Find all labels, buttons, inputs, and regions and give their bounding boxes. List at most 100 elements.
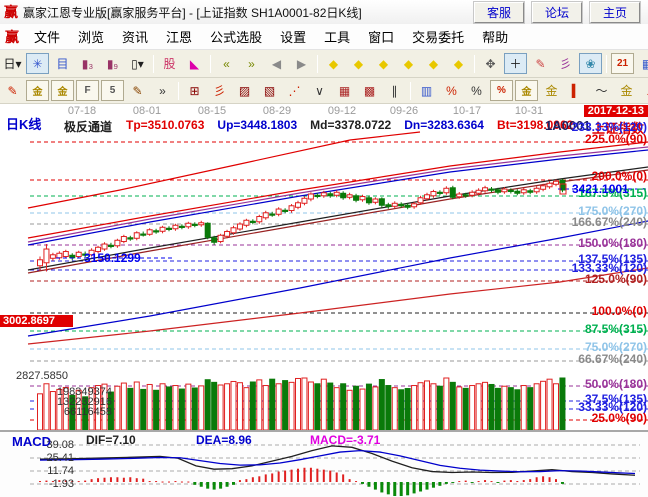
titlebar-button-2[interactable]: 主页 xyxy=(590,2,640,23)
candle-body xyxy=(554,181,559,184)
percent-icon[interactable]: % xyxy=(465,80,488,101)
toolbar-separator xyxy=(178,82,179,100)
macd-hist-bar xyxy=(291,470,293,482)
macd-hist-bar xyxy=(342,474,344,482)
diamond-tool-icon-3[interactable]: ◆ xyxy=(372,53,395,74)
fan-box-icon[interactable]: ▨ xyxy=(233,80,256,101)
gann-box-icon[interactable]: ▦ xyxy=(333,80,356,101)
wave3-icon[interactable]: ▮₃ xyxy=(76,53,99,74)
menu-item-文件[interactable]: 文件 xyxy=(25,27,69,46)
vee-lines-icon[interactable]: ∨ xyxy=(308,80,331,101)
diamond-tool-icon-6[interactable]: ◆ xyxy=(447,53,470,74)
grid-fan-icon[interactable]: ▧ xyxy=(258,80,281,101)
kline-period-icon[interactable]: 日▾ xyxy=(1,53,24,74)
parallel-lines-icon[interactable]: ∥ xyxy=(383,80,406,101)
candle-style-icon[interactable]: ▯▾ xyxy=(126,53,149,74)
menu-item-工具[interactable]: 工具 xyxy=(315,27,359,46)
more-tools-icon[interactable]: » xyxy=(151,80,174,101)
time-grid-icon[interactable]: 5 xyxy=(101,80,124,101)
menu-item-公式选股[interactable]: 公式选股 xyxy=(201,27,271,46)
menu-item-交易委托[interactable]: 交易委托 xyxy=(403,27,473,46)
volume-bar xyxy=(289,382,294,430)
color-kline-icon[interactable]: ◣ xyxy=(183,53,206,74)
last-page-icon[interactable]: » xyxy=(240,53,263,74)
smart-analysis-icon[interactable]: ❀ xyxy=(579,53,602,74)
volume-bar xyxy=(115,386,120,430)
diamond-tool-icon-4[interactable]: ◆ xyxy=(397,53,420,74)
ray-lines-icon[interactable]: ⋰ xyxy=(283,80,306,101)
gold-line-icon[interactable]: 金 xyxy=(540,80,563,101)
fibo-grid-icon[interactable]: F xyxy=(76,80,99,101)
gann-grid-gold-icon[interactable]: 金 xyxy=(26,80,49,101)
fan-lines-icon[interactable]: 彡 xyxy=(208,80,231,101)
volume-bar xyxy=(212,382,217,430)
rect-tool-icon[interactable]: ⊞ xyxy=(183,80,206,101)
macd-hist-bar xyxy=(374,482,377,490)
candle-body xyxy=(418,198,423,203)
inchart-price-label: 3150.1299 xyxy=(84,251,141,265)
menu-item-设置[interactable]: 设置 xyxy=(271,27,315,46)
brush2-icon[interactable]: ✎ xyxy=(126,80,149,101)
gann-tools-icon[interactable]: 彡 xyxy=(554,53,577,74)
gold-wave-icon[interactable]: 金 xyxy=(615,80,638,101)
hist-tool-icon[interactable]: ▥ xyxy=(415,80,438,101)
macd-hist-bar xyxy=(265,474,267,482)
candle-edit-icon[interactable]: ▍ xyxy=(565,80,588,101)
candle-body xyxy=(173,225,178,229)
menu-item-资讯[interactable]: 资讯 xyxy=(113,27,157,46)
candle-body xyxy=(147,230,152,235)
menu-item-帮助[interactable]: 帮助 xyxy=(473,27,517,46)
candle-body xyxy=(160,227,165,231)
percent-level-icon[interactable]: % xyxy=(490,80,513,101)
indicator-name[interactable]: 极反通道 xyxy=(64,118,112,135)
volume-bar xyxy=(199,386,204,430)
first-page-icon[interactable]: « xyxy=(215,53,238,74)
volume-bar xyxy=(237,383,242,430)
crosshair-icon[interactable]: ＋ xyxy=(504,53,527,74)
gann-box2-icon[interactable]: ▩ xyxy=(358,80,381,101)
diamond-tool-icon-5[interactable]: ◆ xyxy=(422,53,445,74)
menu-item-窗口[interactable]: 窗口 xyxy=(359,27,403,46)
candle-body xyxy=(392,203,397,206)
candle-body xyxy=(108,245,113,246)
candle-body xyxy=(57,253,62,258)
menu-item-浏览[interactable]: 浏览 xyxy=(69,27,113,46)
stock-pick-icon[interactable]: 股 xyxy=(158,53,181,74)
toolbar-separator xyxy=(210,55,211,73)
brush-icon[interactable]: ✎ xyxy=(1,80,24,101)
macd-hist-bar xyxy=(219,482,222,489)
compass-icon[interactable]: ✳ xyxy=(26,53,49,74)
candle-body xyxy=(508,190,513,191)
diamond-tool-icon-1[interactable]: ◆ xyxy=(322,53,345,74)
gold-circle-icon[interactable]: 金 xyxy=(515,80,538,101)
percent-line-icon[interactable]: % xyxy=(440,80,463,101)
volume-bar xyxy=(218,385,223,430)
window-title: 赢家江恩专业版[赢家服务平台] - [上证指数 SH1A0001-82日K线] xyxy=(23,4,362,21)
gann-grid-gold2-icon[interactable]: 金 xyxy=(51,80,74,101)
hand-tool-icon[interactable]: ✥ xyxy=(479,53,502,74)
titlebar-button-0[interactable]: 客服 xyxy=(474,2,524,23)
menu-item-江恩[interactable]: 江恩 xyxy=(157,27,201,46)
wave-tool-icon[interactable]: 〜 xyxy=(590,80,613,101)
wave9-icon[interactable]: ▮₉ xyxy=(101,53,124,74)
calendar-icon[interactable]: 21 xyxy=(611,53,634,74)
candle-body xyxy=(489,189,494,190)
draw-line-icon[interactable]: ✎ xyxy=(529,53,552,74)
volume-bar xyxy=(263,386,268,430)
macd-hist-bar xyxy=(316,469,318,482)
macd-scale-11.74: 11.74 xyxy=(30,465,74,477)
titlebar-button-1[interactable]: 论坛 xyxy=(532,2,582,23)
prev-page-icon[interactable]: ◀ xyxy=(265,53,288,74)
main-chart-canvas[interactable] xyxy=(0,104,648,430)
indicator-row: 极反通道 Tp=3510.0763Up=3448.1803Md=3378.072… xyxy=(64,118,586,135)
angle-line-icon[interactable]: ∠ xyxy=(640,80,648,101)
date-tick-09-26: 09-26 xyxy=(390,105,418,117)
candle-body xyxy=(179,226,184,227)
next-page-icon[interactable]: ▶ xyxy=(290,53,313,74)
info-doc-icon[interactable]: 目 xyxy=(51,53,74,74)
diamond-tool-icon-2[interactable]: ◆ xyxy=(347,53,370,74)
calculator-icon[interactable]: ▦ xyxy=(636,53,648,74)
macd-hist-bar xyxy=(232,482,235,485)
channel-bt-line-red xyxy=(28,268,648,344)
menu-logo-icon: 赢 xyxy=(5,27,19,47)
